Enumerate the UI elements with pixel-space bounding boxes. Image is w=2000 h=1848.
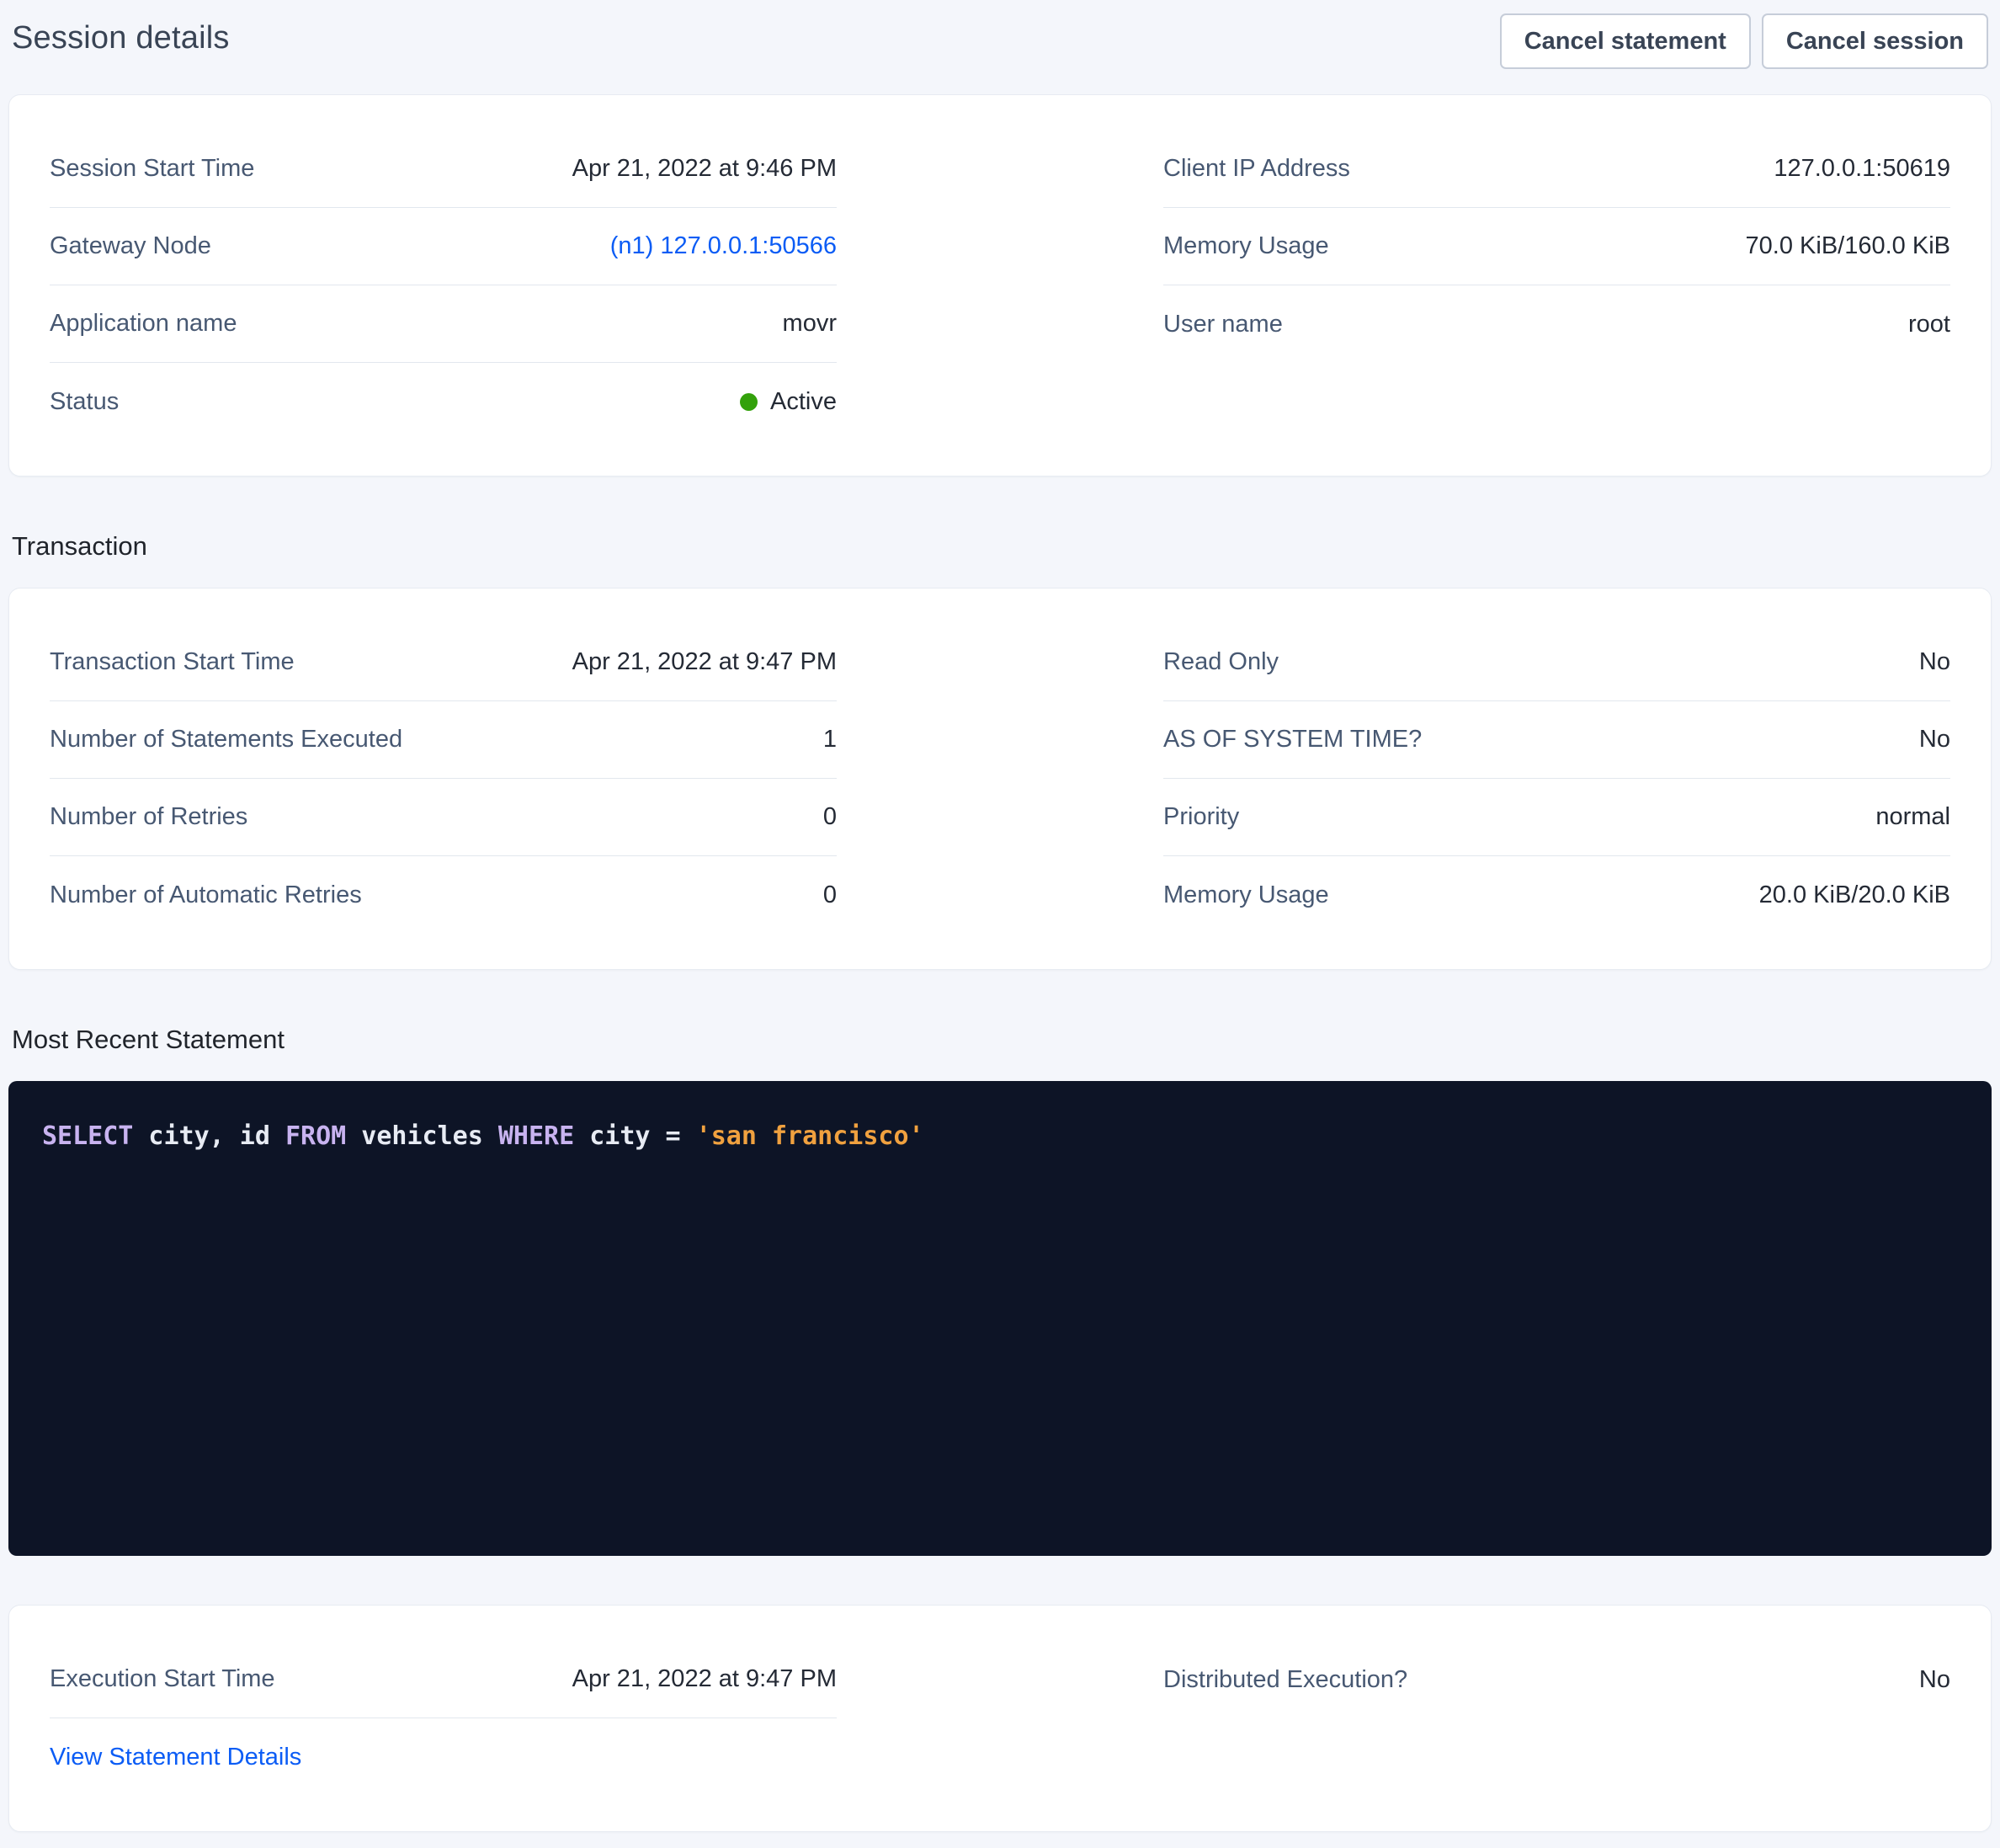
priority-label: Priority — [1163, 803, 1239, 831]
number-of-retries-label: Number of Retries — [50, 803, 247, 831]
gateway-node-label: Gateway Node — [50, 232, 211, 260]
sql-token-plain: city = — [574, 1121, 696, 1151]
gateway-node-value: (n1) 127.0.0.1:50566 — [610, 232, 837, 260]
row-gateway-node: Gateway Node (n1) 127.0.0.1:50566 — [50, 208, 837, 285]
application-name-value: movr — [783, 310, 837, 338]
read-only-label: Read Only — [1163, 648, 1279, 676]
most-recent-statement-heading: Most Recent Statement — [12, 1024, 1992, 1056]
row-view-statement-details: View Statement Details — [50, 1718, 837, 1796]
page-title: Session details — [12, 13, 230, 56]
view-statement-details-link[interactable]: View Statement Details — [50, 1744, 301, 1771]
row-client-ip-address: Client IP Address 127.0.0.1:50619 — [1163, 130, 1950, 208]
number-of-automatic-retries-value: 0 — [823, 881, 837, 909]
cancel-statement-button[interactable]: Cancel statement — [1500, 13, 1751, 69]
sql-statement-box: SELECT city, id FROM vehicles WHERE city… — [8, 1081, 1992, 1556]
session-card-left-column: Session Start Time Apr 21, 2022 at 9:46 P… — [50, 130, 837, 440]
row-memory-usage: Memory Usage 20.0 KiB/20.0 KiB — [1163, 856, 1950, 934]
row-number-of-automatic-retries: Number of Automatic Retries 0 — [50, 856, 837, 934]
distributed-execution-value: No — [1919, 1666, 1950, 1694]
transaction-start-time-label: Transaction Start Time — [50, 648, 295, 676]
user-name-label: User name — [1163, 311, 1283, 338]
row-memory-usage: Memory Usage 70.0 KiB/160.0 KiB — [1163, 208, 1950, 285]
execution-start-time-label: Execution Start Time — [50, 1665, 275, 1693]
transaction-card-left-column: Transaction Start Time Apr 21, 2022 at 9:… — [50, 624, 837, 934]
memory-usage-label: Memory Usage — [1163, 881, 1329, 909]
execution-card-right-column: Distributed Execution? No — [1163, 1641, 1950, 1796]
row-execution-start-time: Execution Start Time Apr 21, 2022 at 9:47… — [50, 1641, 837, 1718]
transaction-card-right-column: Read Only No AS OF SYSTEM TIME? No Priority n… — [1163, 624, 1950, 934]
transaction-card: Transaction Start Time Apr 21, 2022 at 9:… — [8, 588, 1992, 970]
row-distributed-execution: Distributed Execution? No — [1163, 1641, 1950, 1718]
row-status: Status Active — [50, 363, 837, 440]
sql-token-keyword: WHERE — [498, 1121, 574, 1151]
number-of-statements-executed-value: 1 — [823, 726, 837, 754]
bottom-spacer — [8, 1832, 1992, 1848]
sql-token-keyword: SELECT — [42, 1121, 133, 1151]
client-ip-address-label: Client IP Address — [1163, 155, 1350, 183]
row-user-name: User name root — [1163, 285, 1950, 363]
active-status-dot-icon — [740, 393, 758, 411]
number-of-automatic-retries-label: Number of Automatic Retries — [50, 881, 362, 909]
read-only-value: No — [1919, 648, 1950, 676]
row-priority: Priority normal — [1163, 779, 1950, 856]
transaction-start-time-value: Apr 21, 2022 at 9:47 PM — [572, 648, 837, 676]
execution-card: Execution Start Time Apr 21, 2022 at 9:47… — [8, 1605, 1992, 1832]
row-transaction-start-time: Transaction Start Time Apr 21, 2022 at 9:… — [50, 624, 837, 701]
session-start-time-label: Session Start Time — [50, 155, 254, 183]
execution-start-time-value: Apr 21, 2022 at 9:47 PM — [572, 1665, 837, 1693]
memory-usage-value: 70.0 KiB/160.0 KiB — [1746, 232, 1950, 260]
application-name-label: Application name — [50, 310, 237, 338]
sql-token-keyword: FROM — [285, 1121, 346, 1151]
status-label: Status — [50, 388, 119, 416]
memory-usage-value: 20.0 KiB/20.0 KiB — [1759, 881, 1950, 909]
as-of-system-time-label: AS OF SYSTEM TIME? — [1163, 726, 1422, 754]
row-session-start-time: Session Start Time Apr 21, 2022 at 9:46 P… — [50, 130, 837, 208]
row-number-of-retries: Number of Retries 0 — [50, 779, 837, 856]
session-card-right-column: Client IP Address 127.0.0.1:50619 Memory U… — [1163, 130, 1950, 440]
number-of-retries-value: 0 — [823, 803, 837, 831]
distributed-execution-label: Distributed Execution? — [1163, 1666, 1407, 1694]
sql-token-plain: city, id — [133, 1121, 285, 1151]
memory-usage-label: Memory Usage — [1163, 232, 1329, 260]
user-name-value: root — [1908, 311, 1950, 338]
row-read-only: Read Only No — [1163, 624, 1950, 701]
session-summary-card: Session Start Time Apr 21, 2022 at 9:46 P… — [8, 94, 1992, 477]
as-of-system-time-value: No — [1919, 726, 1950, 754]
transaction-section-heading: Transaction — [12, 530, 1992, 562]
row-application-name: Application name movr — [50, 285, 837, 363]
sql-token-string: 'san francisco' — [696, 1121, 924, 1151]
client-ip-address-value: 127.0.0.1:50619 — [1774, 155, 1950, 183]
status-value: Active — [740, 388, 837, 416]
priority-value: normal — [1875, 803, 1950, 831]
gateway-node-link[interactable]: (n1) 127.0.0.1:50566 — [610, 232, 837, 260]
page-header: Session details Cancel statement Cancel … — [8, 0, 1992, 94]
sql-token-plain: vehicles — [346, 1121, 498, 1151]
number-of-statements-executed-label: Number of Statements Executed — [50, 726, 402, 754]
cancel-session-button[interactable]: Cancel session — [1762, 13, 1988, 69]
header-actions: Cancel statement Cancel session — [1500, 13, 1988, 69]
execution-card-left-column: Execution Start Time Apr 21, 2022 at 9:47… — [50, 1641, 837, 1796]
session-details-page: Session details Cancel statement Cancel … — [0, 0, 2000, 1848]
row-number-of-statements-executed: Number of Statements Executed 1 — [50, 701, 837, 779]
session-start-time-value: Apr 21, 2022 at 9:46 PM — [572, 155, 837, 183]
row-as-of-system-time: AS OF SYSTEM TIME? No — [1163, 701, 1950, 779]
